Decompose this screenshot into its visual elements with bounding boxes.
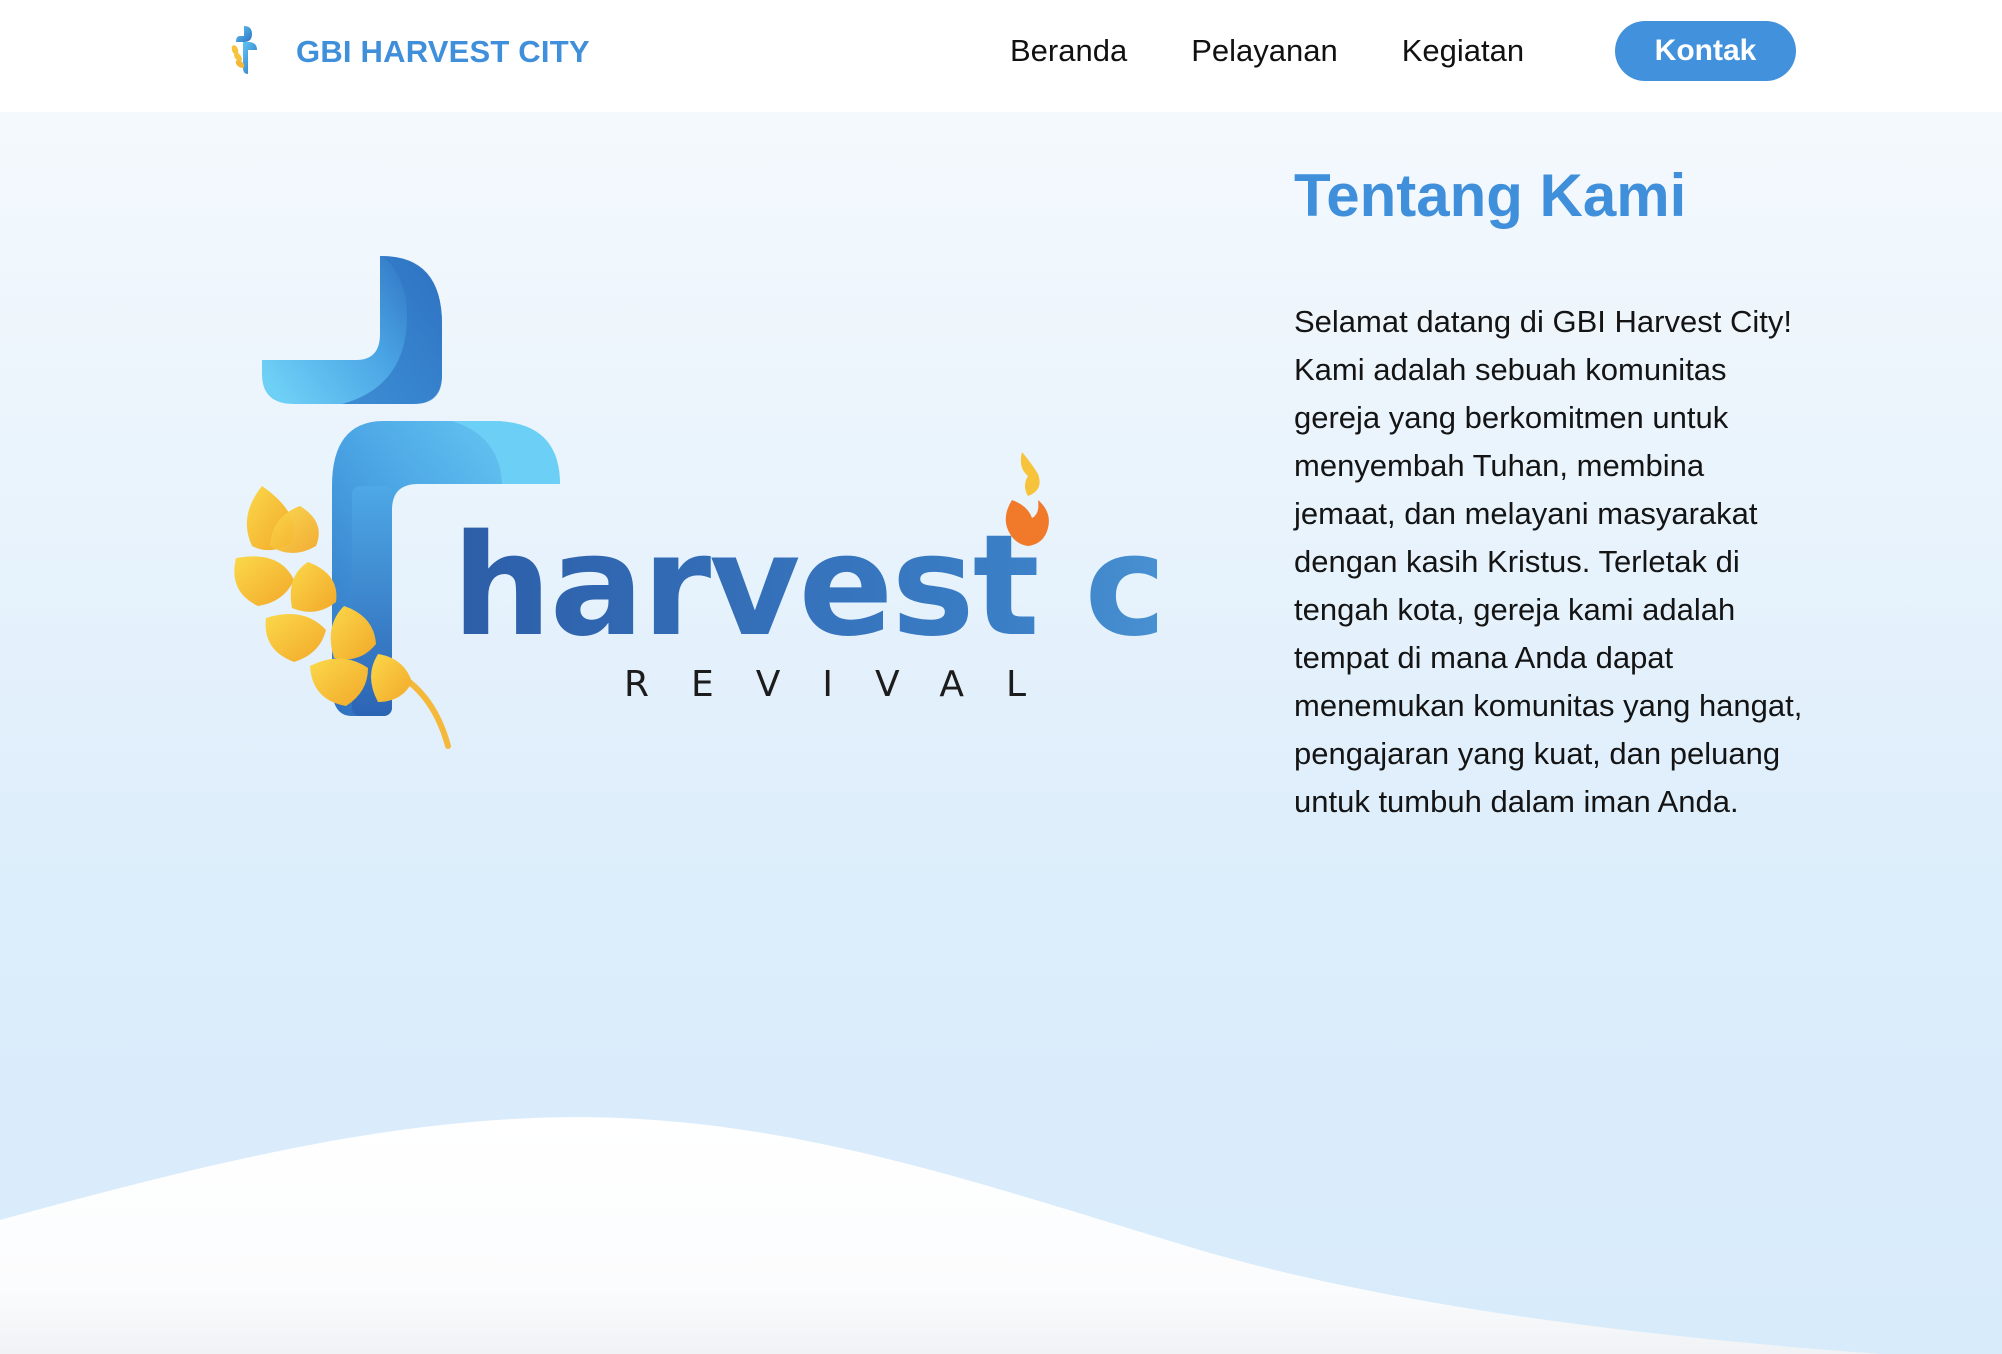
cross-wheat-logo-icon bbox=[231, 26, 257, 74]
nav-link-beranda[interactable]: Beranda bbox=[1010, 33, 1127, 69]
about-section: Tentang Kami Selamat datang di GBI Harve… bbox=[1294, 160, 1814, 826]
page: GBI HARVEST CITY Beranda Pelayanan Kegia… bbox=[0, 0, 2002, 1354]
brand-link[interactable]: GBI HARVEST CITY bbox=[226, 20, 590, 84]
logo-wordmark: harvest city bbox=[452, 505, 1157, 668]
logo-tagline: REVIVAL bbox=[624, 664, 1068, 705]
brand-name: GBI HARVEST CITY bbox=[296, 34, 590, 69]
kontak-button[interactable]: Kontak bbox=[1615, 21, 1796, 81]
about-title: Tentang Kami bbox=[1294, 162, 1687, 229]
nav-link-pelayanan[interactable]: Pelayanan bbox=[1191, 33, 1338, 69]
harvest-city-revival-logo: harvest city REVIVAL bbox=[234, 256, 1157, 749]
nav-links: Beranda Pelayanan Kegiatan bbox=[1010, 21, 1524, 81]
nav-link-kegiatan[interactable]: Kegiatan bbox=[1402, 33, 1524, 69]
navbar: GBI HARVEST CITY Beranda Pelayanan Kegia… bbox=[0, 0, 2002, 112]
bottom-wave-divider bbox=[0, 1117, 2002, 1354]
about-paragraph: Selamat datang di GBI Harvest City! Kami… bbox=[1294, 304, 1803, 819]
